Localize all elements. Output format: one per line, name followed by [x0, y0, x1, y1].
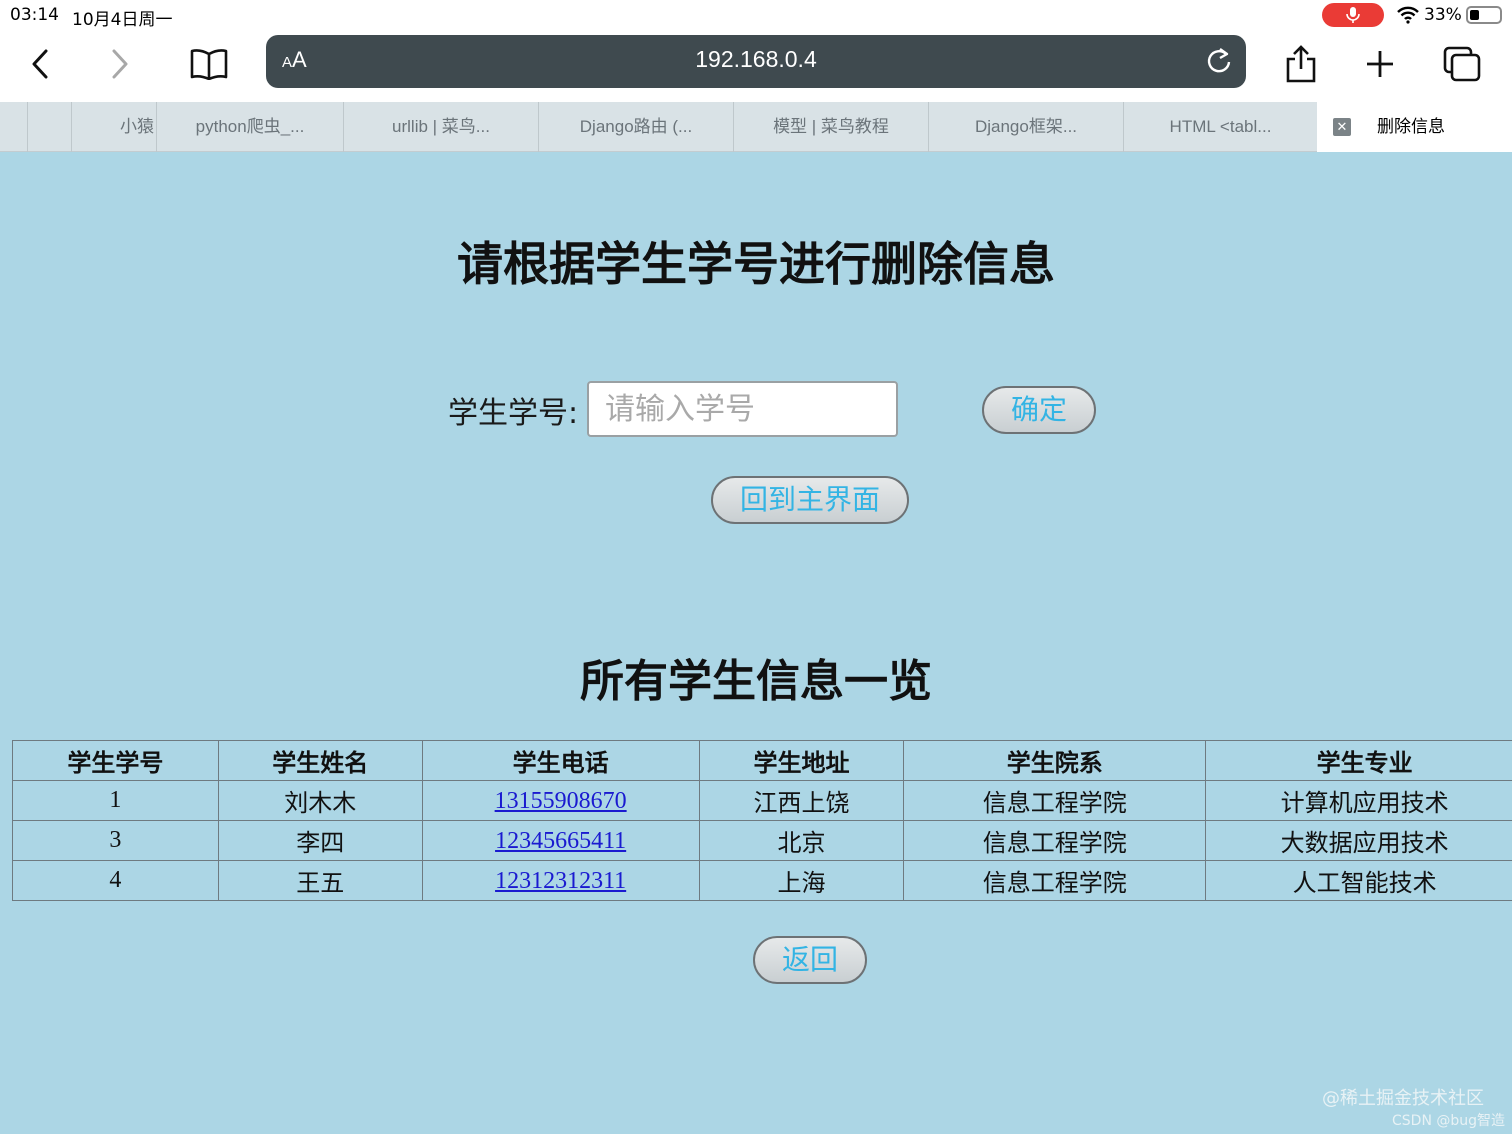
table-header-row: 学生学号 学生姓名 学生电话 学生地址 学生院系 学生专业 [12, 740, 1512, 781]
header-student-name: 学生姓名 [217, 740, 423, 781]
header-student-address: 学生地址 [698, 740, 905, 781]
student-id-label: 学生学号: [448, 396, 579, 431]
tab-2[interactable]: urllib | 菜鸟... [343, 102, 538, 152]
tab-0[interactable]: 小猿 [71, 102, 156, 152]
page-title: 请根据学生学号进行删除信息 [457, 237, 1055, 291]
status-date: 10月4日周一 [72, 10, 173, 30]
back-button[interactable]: 返回 [753, 936, 867, 984]
new-tab-button[interactable] [1358, 42, 1402, 86]
tab-6[interactable]: HTML <tabl... [1123, 102, 1317, 152]
cell-student-department: 信息工程学院 [903, 780, 1207, 821]
share-button[interactable] [1279, 42, 1323, 86]
status-time: 03:14 [10, 5, 59, 25]
tabs-icon [1443, 46, 1481, 82]
tab-5[interactable]: Django框架... [928, 102, 1123, 152]
cell-student-id: 1 [12, 780, 219, 821]
close-tab-icon[interactable]: ✕ [1333, 118, 1351, 136]
tab-active-label: 删除信息 [1377, 117, 1445, 136]
battery-percentage: 33% [1424, 5, 1462, 25]
tab-1[interactable]: python爬虫_... [156, 102, 343, 152]
battery-fill [1470, 10, 1479, 20]
home-button[interactable]: 回到主界面 [711, 476, 909, 524]
address-bar[interactable]: AA 192.168.0.4 [266, 35, 1246, 88]
wifi-icon [1397, 6, 1419, 24]
table-row: 3 李四 12345665411 北京 信息工程学院 大数据应用技术 [12, 820, 1512, 861]
bookmarks-button[interactable] [187, 42, 231, 86]
student-id-input[interactable] [587, 381, 898, 437]
header-student-phone: 学生电话 [421, 740, 700, 781]
reload-icon[interactable] [1206, 47, 1232, 75]
cell-student-id: 4 [12, 860, 219, 901]
cell-student-phone: 12312312311 [421, 860, 700, 901]
cell-student-address: 上海 [698, 860, 905, 901]
tab-4[interactable]: 模型 | 菜鸟教程 [733, 102, 928, 152]
plus-icon [1367, 51, 1393, 77]
cell-student-name: 李四 [217, 820, 423, 861]
watermark-csdn: CSDN @bug智造 [1392, 1113, 1506, 1129]
back-navigation-button[interactable] [18, 42, 62, 86]
cell-student-address: 北京 [698, 820, 905, 861]
chevron-right-icon [112, 49, 128, 79]
forward-navigation-button[interactable] [98, 42, 142, 86]
cell-student-department: 信息工程学院 [903, 820, 1207, 861]
url-text: 192.168.0.4 [695, 46, 817, 72]
header-student-department: 学生院系 [903, 740, 1207, 781]
cell-student-phone: 13155908670 [421, 780, 700, 821]
cell-student-id: 3 [12, 820, 219, 861]
book-icon [190, 49, 228, 80]
browser-toolbar: AA 192.168.0.4 [0, 30, 1512, 102]
microphone-icon [1346, 7, 1360, 23]
phone-link[interactable]: 12312312311 [495, 868, 626, 894]
tab-active[interactable]: ✕ 删除信息 [1317, 102, 1512, 152]
header-student-id: 学生学号 [12, 740, 219, 781]
table-row: 1 刘木木 13155908670 江西上饶 信息工程学院 计算机应用技术 [12, 780, 1512, 821]
battery-icon [1466, 6, 1502, 24]
cell-student-name: 刘木木 [217, 780, 423, 821]
phone-link[interactable]: 13155908670 [495, 788, 627, 814]
cell-student-address: 江西上饶 [698, 780, 905, 821]
cell-student-major: 计算机应用技术 [1205, 780, 1512, 821]
chevron-left-icon [32, 49, 48, 79]
students-table: 学生学号 学生姓名 学生电话 学生地址 学生院系 学生专业 1 刘木木 1315… [12, 740, 1512, 901]
tab-3[interactable]: Django路由 (... [538, 102, 733, 152]
tab-strip: 小猿 python爬虫_... urllib | 菜鸟... Django路由 … [0, 102, 1512, 152]
header-student-major: 学生专业 [1205, 740, 1512, 781]
tab-overview-button[interactable] [1440, 42, 1484, 86]
cell-student-major: 大数据应用技术 [1205, 820, 1512, 861]
phone-link[interactable]: 12345665411 [495, 828, 626, 854]
share-icon [1286, 45, 1316, 83]
section-title: 所有学生信息一览 [580, 656, 932, 707]
microphone-indicator [1322, 3, 1384, 27]
tab-pinned[interactable] [27, 102, 71, 152]
table-row: 4 王五 12312312311 上海 信息工程学院 人工智能技术 [12, 860, 1512, 901]
cell-student-major: 人工智能技术 [1205, 860, 1512, 901]
confirm-button[interactable]: 确定 [982, 386, 1096, 434]
cell-student-name: 王五 [217, 860, 423, 901]
watermark-juejin: @稀土掘金技术社区 [1322, 1088, 1484, 1109]
status-bar: 03:14 10月4日周一 33% [0, 0, 1512, 30]
cell-student-phone: 12345665411 [421, 820, 700, 861]
cell-student-department: 信息工程学院 [903, 860, 1207, 901]
